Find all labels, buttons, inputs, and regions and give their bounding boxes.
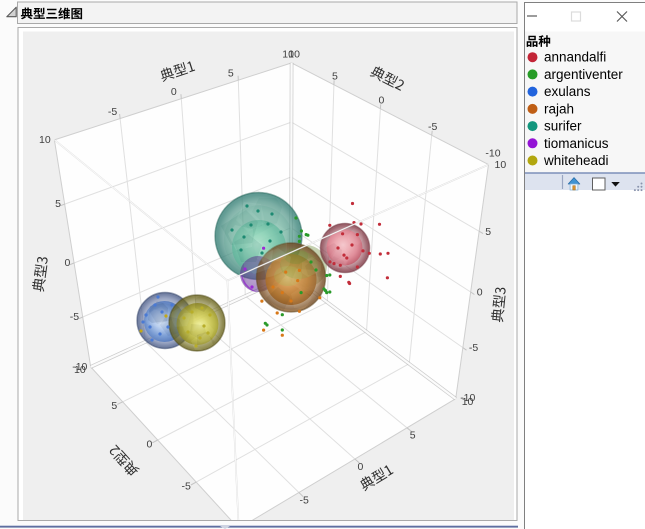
svg-text:argentiventer: argentiventer bbox=[544, 67, 623, 82]
svg-text:5: 5 bbox=[228, 67, 234, 79]
svg-text:annandalfi: annandalfi bbox=[544, 50, 606, 65]
svg-text:-5: -5 bbox=[428, 121, 437, 133]
svg-text:5: 5 bbox=[55, 198, 61, 210]
svg-text:0: 0 bbox=[65, 257, 71, 269]
svg-text:5: 5 bbox=[410, 430, 416, 442]
svg-text:surifer: surifer bbox=[544, 119, 582, 134]
svg-text:5: 5 bbox=[111, 400, 117, 412]
svg-text:0: 0 bbox=[146, 439, 152, 451]
svg-text:0: 0 bbox=[171, 86, 177, 98]
svg-text:10: 10 bbox=[288, 48, 300, 60]
svg-text:whiteheadi: whiteheadi bbox=[543, 153, 609, 168]
svg-text:-5: -5 bbox=[469, 342, 478, 354]
svg-text:0: 0 bbox=[357, 461, 363, 473]
svg-text:10: 10 bbox=[462, 396, 474, 408]
svg-text:0: 0 bbox=[477, 287, 483, 299]
svg-text:tiomanicus: tiomanicus bbox=[544, 136, 609, 151]
svg-text:10: 10 bbox=[495, 159, 507, 171]
svg-text:-5: -5 bbox=[300, 495, 309, 507]
svg-text:5: 5 bbox=[332, 70, 338, 82]
svg-text:-10: -10 bbox=[485, 148, 500, 160]
svg-text:-5: -5 bbox=[70, 311, 79, 323]
svg-text:10: 10 bbox=[74, 364, 86, 376]
svg-text:rajah: rajah bbox=[544, 101, 574, 116]
svg-text:exulans: exulans bbox=[544, 84, 591, 99]
svg-text:5: 5 bbox=[485, 226, 491, 238]
svg-text:-5: -5 bbox=[108, 106, 117, 118]
svg-text:-5: -5 bbox=[181, 481, 190, 493]
svg-text:0: 0 bbox=[378, 94, 384, 106]
svg-text:10: 10 bbox=[39, 134, 51, 146]
